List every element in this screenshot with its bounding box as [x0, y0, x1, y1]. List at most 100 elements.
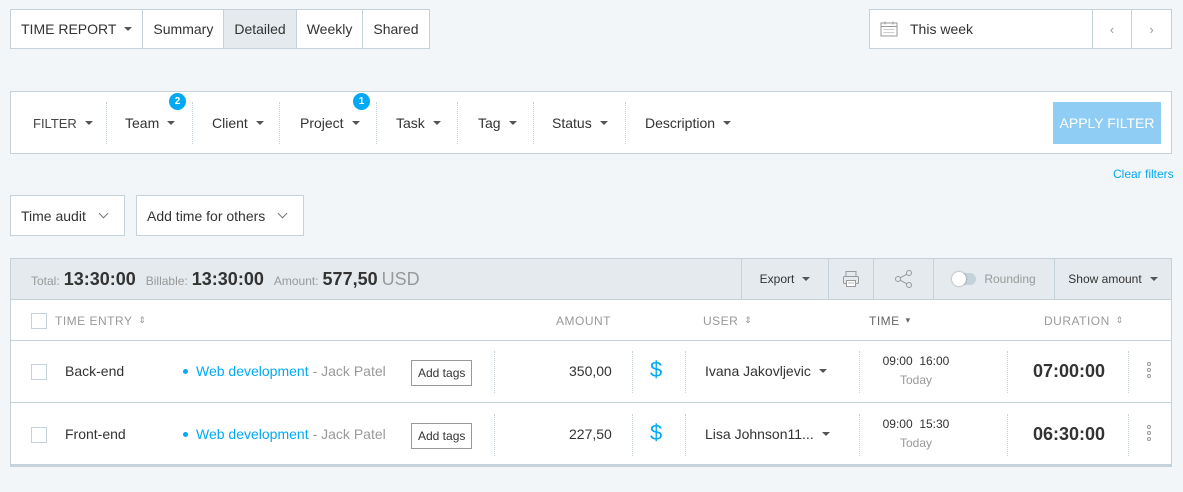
amount-value: 577,50	[322, 268, 378, 289]
entry-project[interactable]: Web development - Jack Patel	[183, 363, 386, 379]
entry-user-dropdown[interactable]: Ivana Jakovljevic	[705, 363, 827, 379]
filter-client[interactable]: Client	[212, 102, 264, 144]
filter-client-label: Client	[212, 115, 248, 131]
select-all-checkbox[interactable]	[31, 312, 47, 329]
caret-down-icon	[255, 121, 264, 125]
entry-amount: 227,50	[569, 426, 612, 442]
date-range-label: This week	[910, 21, 974, 37]
print-icon	[843, 271, 859, 287]
entry-amount: 350,00	[569, 363, 612, 379]
filter-team[interactable]: Team	[125, 102, 176, 144]
more-options-icon[interactable]	[1147, 362, 1151, 378]
sort-desc-icon: ▾	[905, 315, 911, 325]
billable-value: 13:30:00	[191, 268, 264, 289]
tab-summary[interactable]: Summary	[143, 10, 225, 48]
add-tags-label: Add tags	[411, 360, 473, 386]
project-name: Web development	[196, 426, 309, 442]
header-duration-label: DURATION	[1044, 313, 1110, 328]
chevron-down-icon	[98, 208, 109, 219]
divider	[859, 351, 860, 393]
caret-down-icon	[508, 121, 517, 125]
sort-icon: ⇕	[138, 315, 147, 325]
date-range-button[interactable]: This week	[870, 10, 1093, 48]
filter-status[interactable]: Status	[552, 102, 608, 144]
next-range-button[interactable]: ›	[1132, 10, 1171, 48]
entry-duration[interactable]: 06:30:00	[1033, 424, 1105, 445]
tab-detailed[interactable]: Detailed	[224, 10, 297, 48]
divider	[1007, 351, 1008, 393]
project-filter-count-badge: 1	[353, 93, 370, 110]
add-time-for-others-dropdown[interactable]: Add time for others	[136, 195, 304, 236]
header-time-entry-label: TIME ENTRY	[55, 313, 133, 328]
show-amount-dropdown[interactable]: Show amount	[1054, 259, 1171, 299]
entry-description[interactable]: Back-end	[65, 363, 124, 379]
filter-menu[interactable]: FILTER	[33, 102, 93, 144]
entry-user-dropdown[interactable]: Lisa Johnson11...	[705, 426, 830, 442]
divider	[1007, 414, 1008, 456]
filter-tag[interactable]: Tag	[478, 102, 517, 144]
apply-filter-button[interactable]: APPLY FILTER	[1053, 102, 1161, 144]
summary-tools: Export Rounding Show amount	[741, 259, 1171, 299]
caret-down-icon	[818, 369, 827, 373]
time-range-values: 09:00 15:30	[883, 417, 950, 431]
project-name: Web development	[196, 363, 309, 379]
filter-project[interactable]: Project	[300, 102, 360, 144]
divider	[632, 351, 633, 393]
tab-time-report[interactable]: TIME REPORT	[11, 10, 144, 48]
rounding-toggle[interactable]: Rounding	[933, 259, 1054, 299]
add-time-for-others-label: Add time for others	[147, 207, 266, 224]
prev-range-button[interactable]: ‹	[1093, 10, 1132, 48]
checkbox[interactable]	[31, 364, 47, 380]
filter-bar: FILTER Team 2 Client Project 1 Task Tag …	[10, 91, 1172, 154]
amount-label: Amount:	[273, 273, 319, 288]
header-time-entry[interactable]: TIME ENTRY ⇕	[31, 300, 147, 341]
entry-description[interactable]: Front-end	[65, 426, 126, 442]
header-user[interactable]: USER ⇕	[703, 300, 752, 341]
share-icon	[894, 270, 912, 288]
time-audit-dropdown[interactable]: Time audit	[10, 195, 125, 236]
share-button[interactable]	[873, 259, 933, 299]
divider	[106, 102, 107, 144]
header-time[interactable]: TIME ▾	[869, 300, 911, 341]
row-checkbox[interactable]	[31, 364, 47, 380]
toggle-switch	[952, 272, 977, 286]
filter-task[interactable]: Task	[396, 102, 441, 144]
entry-project[interactable]: Web development - Jack Patel	[183, 426, 386, 442]
total-label: Total:	[31, 273, 60, 288]
entry-time-range[interactable]: 09:00 15:30 Today	[873, 417, 959, 450]
entry-time-range[interactable]: 09:00 16:00 Today	[873, 354, 959, 387]
tab-weekly[interactable]: Weekly	[297, 10, 364, 48]
project-color-dot	[183, 431, 188, 437]
add-tags-button[interactable]: Add tags	[411, 423, 473, 449]
clear-filters-link[interactable]: Clear filters	[1113, 167, 1174, 181]
tab-shared[interactable]: Shared	[363, 10, 428, 48]
more-options-icon[interactable]	[1147, 425, 1151, 441]
print-button[interactable]	[828, 259, 873, 299]
divider	[859, 414, 860, 456]
header-time-label: TIME	[869, 313, 900, 328]
sort-icon: ⇕	[744, 315, 753, 325]
kebab-dot	[1147, 431, 1151, 435]
header-duration[interactable]: DURATION ⇕	[1044, 300, 1124, 341]
chevron-down-icon	[277, 208, 288, 219]
export-label: Export	[759, 272, 795, 286]
export-dropdown[interactable]: Export	[741, 259, 828, 299]
report-tabs: TIME REPORT Summary Detailed Weekly Shar…	[10, 9, 430, 49]
caret-down-icon	[84, 121, 93, 125]
billable-toggle-icon[interactable]: $	[650, 357, 662, 383]
table-header: TIME ENTRY ⇕ AMOUNT USER ⇕ TIME ▾ DURATION ⇕	[11, 300, 1171, 341]
billable-toggle-icon[interactable]: $	[650, 420, 662, 446]
divider	[279, 102, 280, 144]
total-value: 13:30:00	[63, 268, 136, 289]
table-row: Front-end Web development - Jack Patel A…	[11, 404, 1171, 466]
add-tags-button[interactable]: Add tags	[411, 360, 473, 386]
filter-description[interactable]: Description	[645, 102, 732, 144]
start-time: 09:00	[882, 417, 913, 431]
kebab-dot	[1147, 362, 1151, 366]
header-amount: AMOUNT	[556, 313, 611, 328]
time-entries-table: TIME ENTRY ⇕ AMOUNT USER ⇕ TIME ▾ DURATION ⇕…	[10, 300, 1172, 467]
divider	[1128, 351, 1129, 393]
entry-duration[interactable]: 07:00:00	[1033, 361, 1105, 382]
checkbox[interactable]	[31, 427, 47, 443]
row-checkbox[interactable]	[31, 427, 47, 443]
